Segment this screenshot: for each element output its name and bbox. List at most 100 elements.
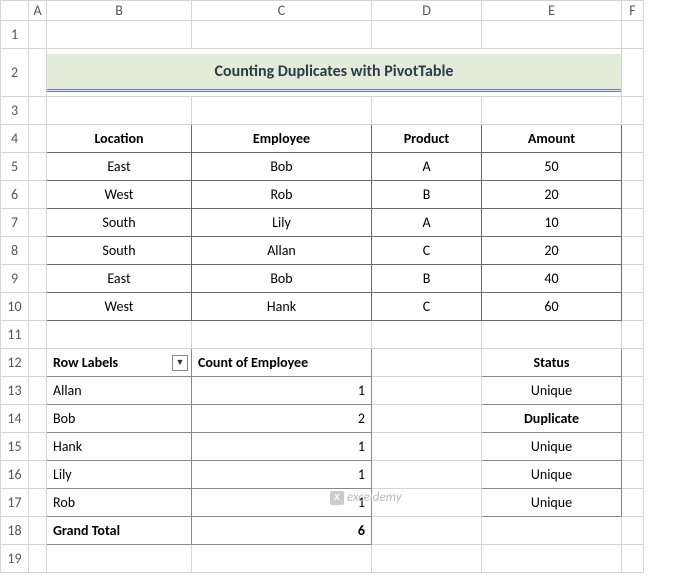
col-header-E[interactable]: E (482, 1, 622, 21)
cell[interactable] (372, 489, 482, 517)
row-header-4[interactable]: 4 (1, 125, 29, 153)
cell[interactable] (29, 209, 47, 237)
pivot-row-status[interactable]: Duplicate (482, 405, 622, 433)
table-row[interactable]: East (47, 265, 192, 293)
cell[interactable] (29, 377, 47, 405)
col-header-F[interactable]: F (622, 1, 644, 21)
pivot-row-name[interactable]: Allan (47, 377, 192, 405)
cell[interactable] (372, 405, 482, 433)
cell[interactable] (29, 153, 47, 181)
table-row[interactable]: South (47, 209, 192, 237)
cell[interactable] (482, 545, 622, 573)
table-header-employee[interactable]: Employee (192, 125, 372, 153)
cell[interactable] (29, 405, 47, 433)
cell[interactable] (622, 321, 644, 349)
table-row[interactable]: Allan (192, 237, 372, 265)
cell[interactable] (192, 321, 372, 349)
cell[interactable] (372, 321, 482, 349)
pivot-header-status[interactable]: Status (482, 349, 622, 377)
col-header-A[interactable]: A (29, 1, 47, 21)
cell[interactable] (622, 237, 644, 265)
cell[interactable] (622, 349, 644, 377)
pivot-row-status[interactable]: Unique (482, 461, 622, 489)
table-row[interactable]: Bob (192, 265, 372, 293)
cell[interactable] (192, 21, 372, 49)
pivot-row-status[interactable]: Unique (482, 433, 622, 461)
cell[interactable] (29, 125, 47, 153)
cell[interactable] (622, 489, 644, 517)
table-row[interactable]: B (372, 265, 482, 293)
pivot-row-count[interactable]: 1 (192, 433, 372, 461)
table-row[interactable]: C (372, 237, 482, 265)
cell[interactable] (29, 21, 47, 49)
row-header-16[interactable]: 16 (1, 461, 29, 489)
cell[interactable] (29, 321, 47, 349)
row-header-6[interactable]: 6 (1, 181, 29, 209)
table-row[interactable]: West (47, 293, 192, 321)
cell[interactable] (29, 489, 47, 517)
table-header-amount[interactable]: Amount (482, 125, 622, 153)
pivot-row-name[interactable]: Rob (47, 489, 192, 517)
table-row[interactable]: 40 (482, 265, 622, 293)
cell[interactable] (29, 545, 47, 573)
cell[interactable] (372, 349, 482, 377)
cell[interactable] (622, 153, 644, 181)
cell[interactable] (622, 517, 644, 545)
cell[interactable] (482, 21, 622, 49)
cell[interactable] (622, 545, 644, 573)
table-row[interactable]: A (372, 209, 482, 237)
row-header-2[interactable]: 2 (1, 49, 29, 97)
cell[interactable] (47, 21, 192, 49)
cell[interactable] (29, 349, 47, 377)
cell[interactable] (29, 461, 47, 489)
cell[interactable] (47, 321, 192, 349)
cell[interactable] (47, 545, 192, 573)
pivot-row-count[interactable]: 1 (192, 461, 372, 489)
row-header-5[interactable]: 5 (1, 153, 29, 181)
col-header-B[interactable]: B (47, 1, 192, 21)
cell[interactable] (372, 517, 482, 545)
table-row[interactable]: East (47, 153, 192, 181)
pivot-row-name[interactable]: Bob (47, 405, 192, 433)
table-row[interactable]: C (372, 293, 482, 321)
table-row[interactable]: B (372, 181, 482, 209)
pivot-row-status[interactable]: Unique (482, 489, 622, 517)
cell[interactable] (192, 97, 372, 125)
pivot-grand-total-count[interactable]: 6 (192, 517, 372, 545)
pivot-row-name[interactable]: Hank (47, 433, 192, 461)
table-header-product[interactable]: Product (372, 125, 482, 153)
cell[interactable] (622, 209, 644, 237)
cell[interactable] (482, 517, 622, 545)
table-row[interactable]: Bob (192, 153, 372, 181)
cell[interactable] (622, 125, 644, 153)
cell[interactable] (47, 97, 192, 125)
cell[interactable] (372, 461, 482, 489)
row-header-7[interactable]: 7 (1, 209, 29, 237)
cell[interactable] (372, 545, 482, 573)
table-row[interactable]: 20 (482, 237, 622, 265)
row-header-12[interactable]: 12 (1, 349, 29, 377)
pivot-header-count[interactable]: Count of Employee (192, 349, 372, 377)
row-header-13[interactable]: 13 (1, 377, 29, 405)
table-header-location[interactable]: Location (47, 125, 192, 153)
cell[interactable] (622, 433, 644, 461)
row-header-17[interactable]: 17 (1, 489, 29, 517)
cell[interactable] (29, 237, 47, 265)
cell[interactable] (372, 433, 482, 461)
table-row[interactable]: South (47, 237, 192, 265)
cell[interactable] (622, 265, 644, 293)
row-header-9[interactable]: 9 (1, 265, 29, 293)
title-cell[interactable]: Counting Duplicates with PivotTable (47, 49, 622, 97)
row-header-3[interactable]: 3 (1, 97, 29, 125)
table-row[interactable]: 10 (482, 209, 622, 237)
table-row[interactable]: A (372, 153, 482, 181)
table-row[interactable]: 50 (482, 153, 622, 181)
cell[interactable] (482, 321, 622, 349)
row-header-19[interactable]: 19 (1, 545, 29, 573)
select-all-corner[interactable] (1, 1, 29, 21)
cell[interactable] (29, 433, 47, 461)
cell[interactable] (482, 97, 622, 125)
cell[interactable] (372, 21, 482, 49)
cell[interactable] (622, 293, 644, 321)
cell[interactable] (29, 293, 47, 321)
